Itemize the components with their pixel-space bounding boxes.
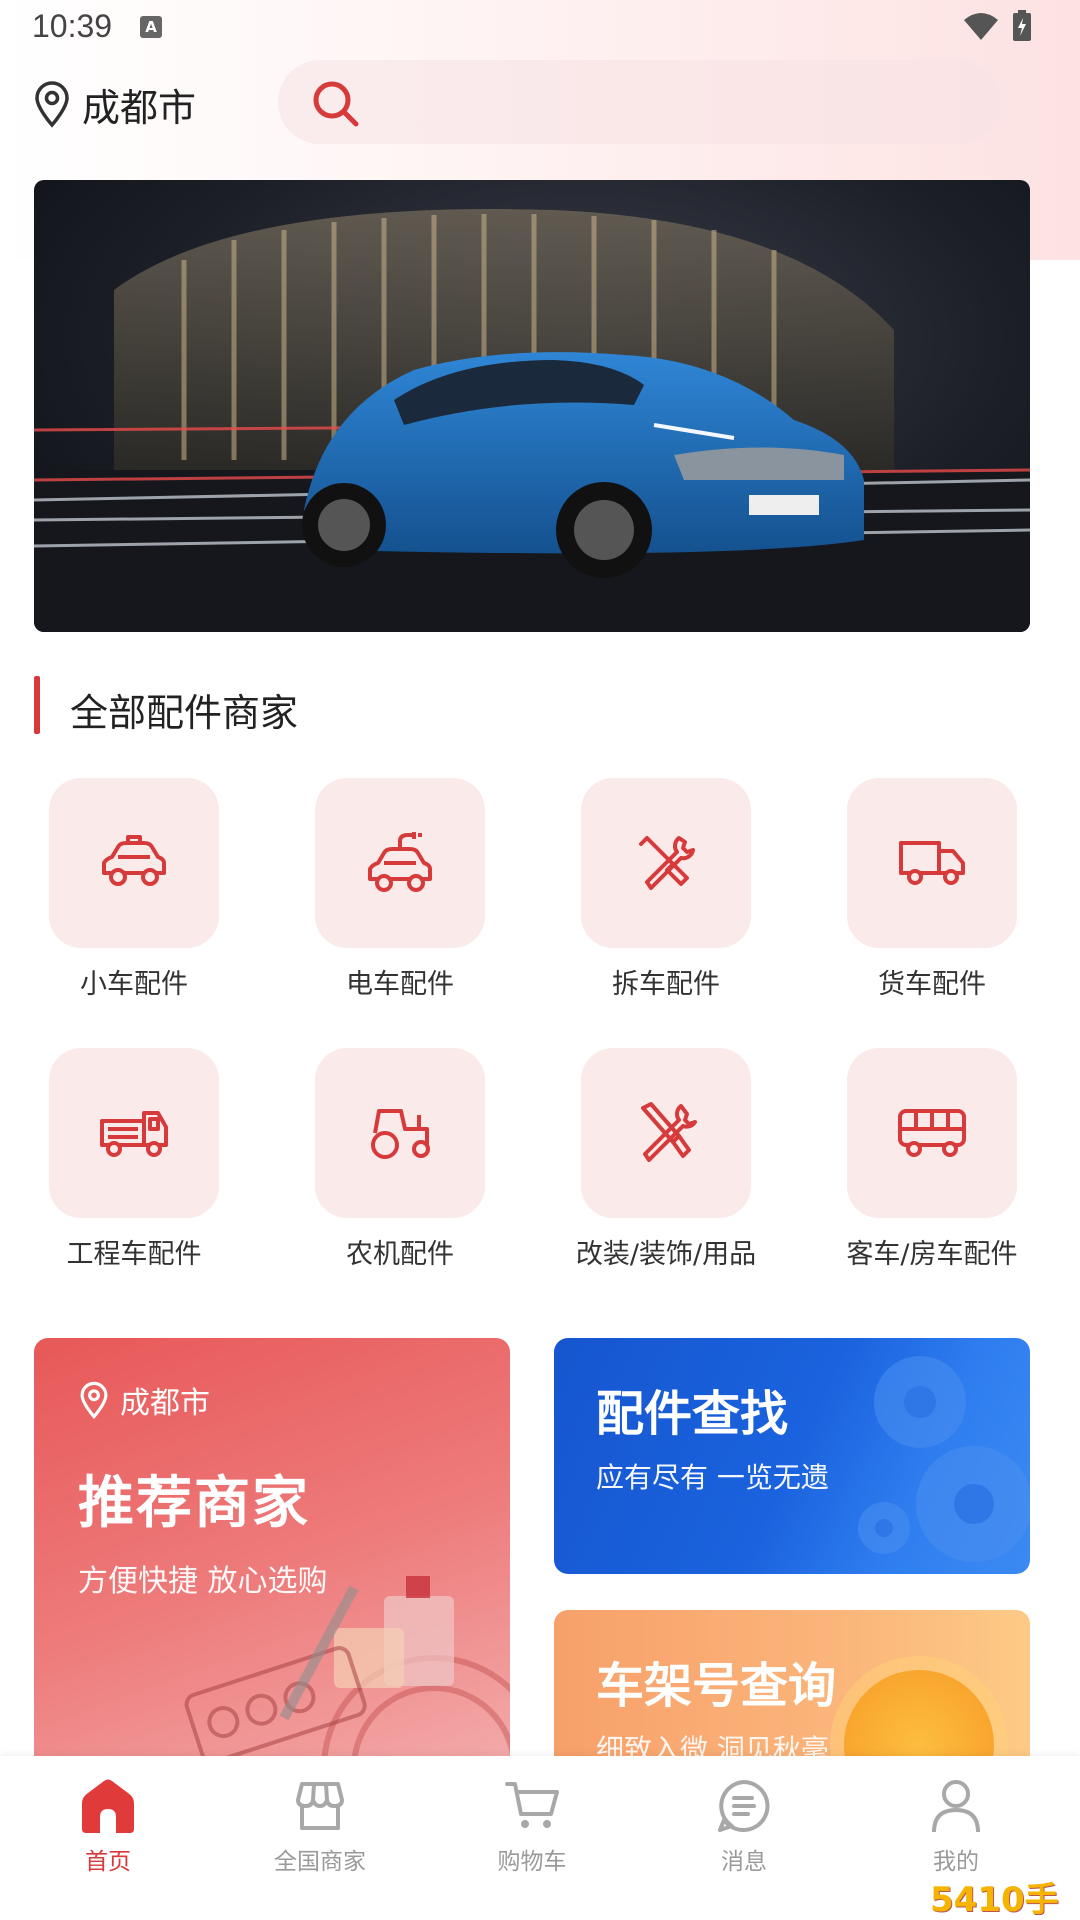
location-label: 成都市: [82, 85, 197, 130]
banner-car-image: [34, 209, 1030, 632]
category-label: 工程车配件: [66, 1239, 202, 1270]
cart-icon: [505, 1782, 559, 1828]
category-dismantled-parts[interactable]: 拆车配件: [546, 778, 786, 1001]
category-label: 客车/房车配件: [846, 1239, 1018, 1270]
bottom-tab-bar: 首页 全国商家 购物车 消息 我的: [0, 1756, 1080, 1920]
category-engineering-vehicle-parts[interactable]: 工程车配件: [14, 1048, 254, 1271]
notification-icon: A: [140, 16, 162, 38]
recommend-subtitle: 方便快捷 放心选购: [78, 1564, 328, 1599]
store-icon: [296, 1782, 344, 1830]
tab-profile[interactable]: 我的: [876, 1774, 1036, 1876]
tab-messages[interactable]: 消息: [664, 1774, 824, 1876]
car-icon: [102, 835, 166, 886]
category-agricultural-parts[interactable]: 农机配件: [280, 1048, 520, 1271]
tab-label: 首页: [85, 1849, 131, 1875]
parts-search-title: 配件查找: [596, 1386, 789, 1442]
banner-carousel[interactable]: [34, 180, 1030, 632]
parts-search-card[interactable]: 配件查找 应有尽有 一览无遗: [554, 1338, 1030, 1574]
wifi-icon: [964, 13, 998, 40]
battery-icon: [1013, 10, 1031, 41]
category-truck-parts[interactable]: 货车配件: [812, 778, 1052, 1001]
electric-car-icon: [368, 832, 432, 892]
message-icon: [718, 1780, 770, 1832]
section-title: 全部配件商家: [70, 691, 299, 735]
recommend-title: 推荐商家: [78, 1471, 310, 1536]
category-label: 农机配件: [346, 1239, 454, 1270]
tab-cart[interactable]: 购物车: [452, 1774, 612, 1876]
home-icon: [82, 1779, 134, 1833]
vin-search-title: 车架号查询: [596, 1658, 837, 1714]
category-car-parts[interactable]: 小车配件: [14, 778, 254, 1001]
recommend-merchants-card[interactable]: 成都市 推荐商家 方便快捷 放心选购: [34, 1338, 510, 1758]
category-label: 货车配件: [878, 969, 986, 1000]
location-selector[interactable]: 成都市: [32, 76, 196, 132]
truck-icon: [899, 841, 965, 885]
site-watermark: 5410手游网: [930, 1880, 1059, 1920]
tab-home[interactable]: 首页: [28, 1774, 188, 1876]
recommend-location: 成都市: [78, 1378, 210, 1422]
search-input[interactable]: [278, 60, 1000, 144]
parts-search-subtitle: 应有尽有 一览无遗: [596, 1461, 829, 1494]
tab-label: 我的: [933, 1849, 979, 1875]
vin-search-card[interactable]: 车架号查询 细致入微 洞见秋毫: [554, 1610, 1030, 1780]
tools-icon: [639, 836, 695, 890]
category-electric-car-parts[interactable]: 电车配件: [280, 778, 520, 1001]
status-bar: 10:39 A: [0, 0, 1080, 54]
tab-merchants[interactable]: 全国商家: [240, 1774, 400, 1876]
category-label: 电车配件: [346, 969, 454, 1000]
search-icon: [313, 81, 359, 127]
category-bus-rv-parts[interactable]: 客车/房车配件: [812, 1048, 1052, 1271]
category-label: 拆车配件: [612, 969, 720, 1000]
bus-icon: [898, 1109, 966, 1157]
category-modification-parts[interactable]: 改装/装饰/用品: [546, 1048, 786, 1271]
status-time: 10:39: [32, 8, 113, 44]
section-accent-bar: [34, 676, 40, 734]
engineering-truck-icon: [100, 1111, 168, 1157]
wrench-screwdriver-icon: [641, 1102, 697, 1162]
recommend-location-label: 成都市: [120, 1386, 210, 1421]
location-pin-icon: [80, 1381, 108, 1419]
category-label: 小车配件: [80, 969, 188, 1000]
tab-label: 购物车: [497, 1849, 567, 1875]
tractor-icon: [371, 1109, 430, 1159]
tab-label: 消息: [721, 1849, 767, 1875]
user-icon: [932, 1780, 980, 1833]
category-label: 改装/装饰/用品: [575, 1239, 757, 1270]
location-pin-icon: [35, 81, 69, 128]
tab-label: 全国商家: [274, 1849, 366, 1875]
